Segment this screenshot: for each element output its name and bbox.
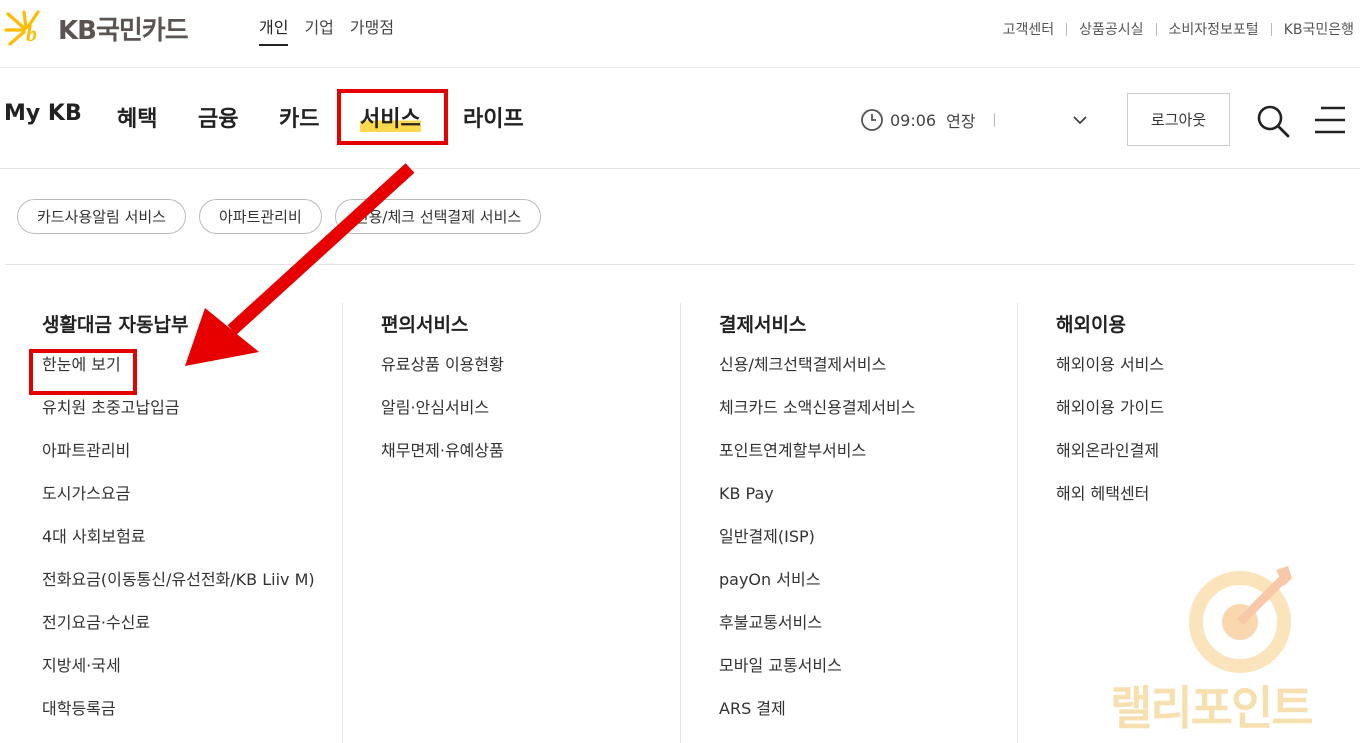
menu-link[interactable]: 4대 사회보험료: [42, 527, 380, 570]
column-title: 편의서비스: [381, 314, 469, 336]
chip-selective-payment[interactable]: 신용/체크 선택결제 서비스: [334, 199, 542, 234]
section-divider: [5, 264, 1355, 265]
menu-link[interactable]: 일반결제(ISP): [719, 527, 1018, 570]
menu-link[interactable]: 모바일 교통서비스: [719, 656, 1018, 699]
menu-link[interactable]: 체크카드 소액신용결제서비스: [719, 398, 1018, 441]
nav-my-kb[interactable]: My KB: [4, 101, 82, 126]
segment-merchant[interactable]: 가맹점: [350, 14, 394, 46]
menu-link[interactable]: 아파트관리비: [42, 441, 380, 484]
menu-column-convenience: 편의서비스 유료상품 이용현황 알림·안심서비스 채무면제·유예상품: [342, 303, 680, 743]
nav-card[interactable]: 카드: [279, 101, 319, 133]
menu-list: 유료상품 이용현황 알림·안심서비스 채무면제·유예상품: [381, 355, 680, 484]
kb-logo[interactable]: b KB국민카드: [4, 8, 189, 48]
nav-benefits[interactable]: 혜택: [117, 101, 157, 133]
util-link-kb-bank[interactable]: KB국민은행: [1284, 19, 1354, 39]
nav-life[interactable]: 라이프: [463, 101, 524, 133]
menu-link[interactable]: ARS 결제: [719, 699, 1018, 742]
session-time: 09:06: [890, 110, 937, 130]
clock-icon: [861, 109, 883, 131]
kb-star-icon: b: [4, 8, 52, 48]
utility-links: 고객센터 상품공시실 소비자정보포털 KB국민은행: [1003, 19, 1354, 39]
util-link-customer-center[interactable]: 고객센터: [1003, 19, 1055, 39]
watermark-text: 랠리포인트: [1110, 681, 1314, 735]
quick-chips: 카드사용알림 서비스 아파트관리비 신용/체크 선택결제 서비스: [17, 199, 542, 234]
menu-link[interactable]: 전기요금·수신료: [42, 613, 380, 656]
menu-column-payment: 결제서비스 신용/체크선택결제서비스 체크카드 소액신용결제서비스 포인트연계할…: [680, 303, 1018, 743]
menu-link[interactable]: payOn 서비스: [719, 570, 1018, 613]
menu-link[interactable]: 지방세·국세: [42, 656, 380, 699]
brand-name: KB국민카드: [58, 15, 189, 46]
chevron-down-icon[interactable]: [1070, 110, 1090, 130]
menu-link[interactable]: 해외이용 서비스: [1056, 355, 1355, 398]
menu-link[interactable]: KB Pay: [719, 484, 1018, 527]
column-title: 결제서비스: [719, 314, 807, 336]
session-timer: 09:06 연장: [860, 108, 1007, 132]
annotation-box-overview: [29, 349, 137, 395]
segment-tabs: 개인 기업 가맹점: [259, 14, 394, 46]
search-icon[interactable]: [1256, 104, 1290, 138]
annotation-box-service: [337, 89, 448, 145]
util-link-product-disclosure[interactable]: 상품공시실: [1079, 19, 1143, 39]
menu-link[interactable]: 후불교통서비스: [719, 613, 1018, 656]
top-bar: b KB국민카드 개인 기업 가맹점 고객센터 상품공시실 소비자정보포털 KB…: [0, 0, 1360, 68]
menu-icon[interactable]: [1313, 104, 1347, 136]
chip-card-alert-service[interactable]: 카드사용알림 서비스: [17, 199, 186, 234]
util-link-consumer-portal[interactable]: 소비자정보포털: [1169, 19, 1259, 39]
menu-link[interactable]: 도시가스요금: [42, 484, 380, 527]
segment-business[interactable]: 기업: [304, 14, 333, 46]
menu-link[interactable]: 해외 헤택센터: [1056, 484, 1355, 527]
menu-link[interactable]: 해외이용 가이드: [1056, 398, 1355, 441]
util-separator: [1066, 22, 1068, 36]
svg-text:b: b: [26, 21, 37, 46]
menu-link[interactable]: 전화요금(이동통신/유선전화/KB Liiv M): [42, 570, 380, 613]
menu-link[interactable]: 알림·안심서비스: [381, 398, 680, 441]
column-title: 해외이용: [1056, 314, 1126, 336]
timer-separator: [993, 113, 995, 127]
util-separator: [1155, 22, 1157, 36]
menu-link[interactable]: 대학등록금: [42, 699, 380, 742]
menu-link[interactable]: 유료상품 이용현황: [381, 355, 680, 398]
menu-list: 한눈에 보기 유치원 초중고납입금 아파트관리비 도시가스요금 4대 사회보험료…: [42, 355, 380, 742]
menu-list: 해외이용 서비스 해외이용 가이드 해외온라인결제 해외 헤택센터: [1056, 355, 1355, 527]
menu-link[interactable]: 포인트연계할부서비스: [719, 441, 1018, 484]
menu-link[interactable]: 신용/체크선택결제서비스: [719, 355, 1018, 398]
nav-finance[interactable]: 금융: [198, 101, 238, 133]
column-title: 생활대금 자동납부: [42, 314, 189, 336]
chip-apartment-fee[interactable]: 아파트관리비: [198, 199, 322, 234]
logout-button[interactable]: 로그아웃: [1127, 93, 1230, 146]
menu-link[interactable]: 해외온라인결제: [1056, 441, 1355, 484]
menu-link[interactable]: 채무면제·유예상품: [381, 441, 680, 484]
util-separator: [1270, 22, 1272, 36]
menu-link[interactable]: 유치원 초중고납입금: [42, 398, 380, 441]
menu-list: 신용/체크선택결제서비스 체크카드 소액신용결제서비스 포인트연계할부서비스 K…: [719, 355, 1018, 742]
extend-session-button[interactable]: 연장: [946, 108, 975, 132]
segment-personal[interactable]: 개인: [259, 14, 289, 46]
